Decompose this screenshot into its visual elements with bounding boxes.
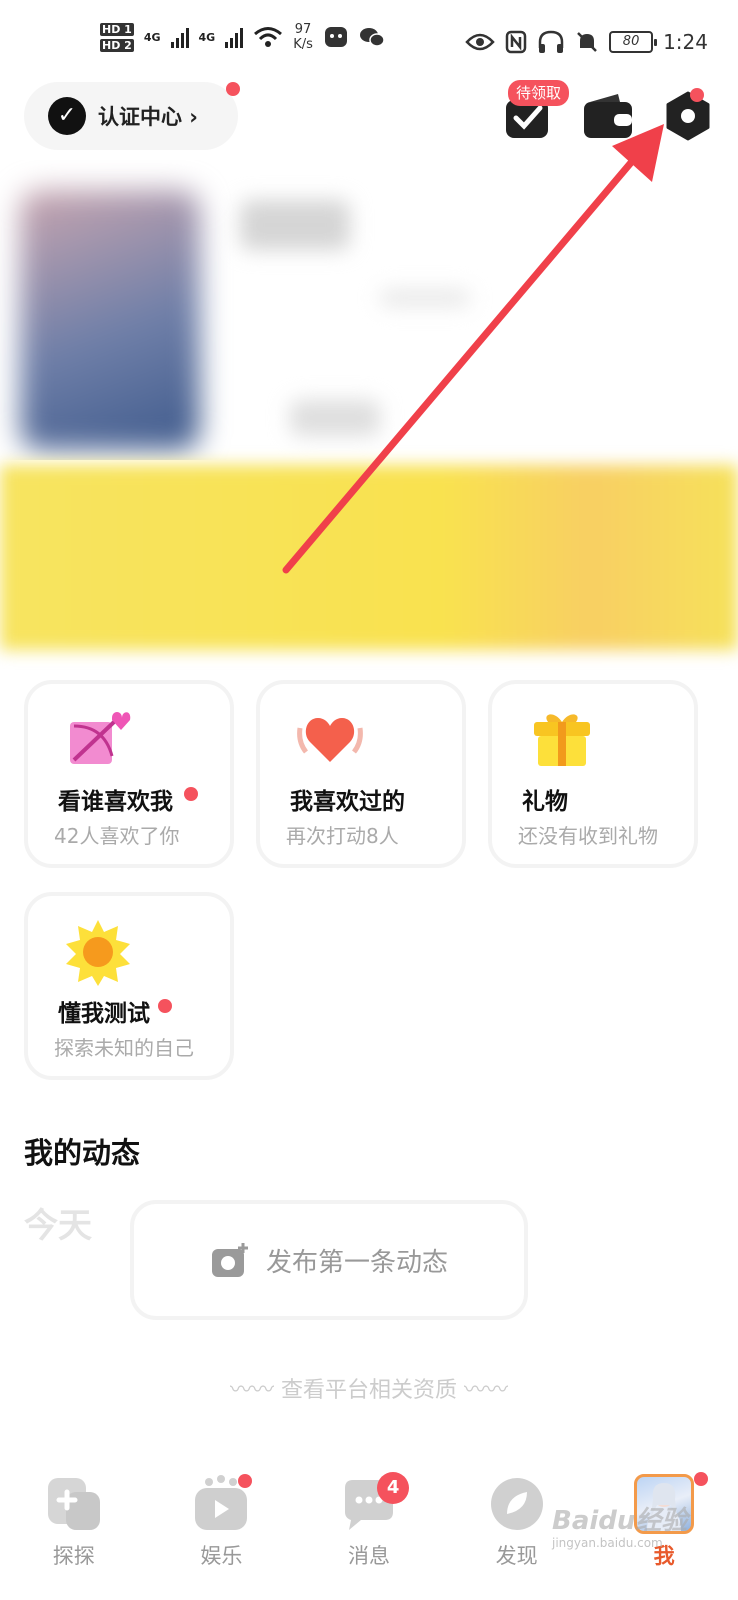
settings-hexagon-icon bbox=[666, 91, 710, 141]
net-speed-unit: K/s bbox=[293, 37, 313, 52]
mute-bell-icon bbox=[577, 32, 597, 52]
nfc-icon bbox=[505, 30, 527, 54]
sim-indicators: HD 1 HD 2 bbox=[100, 22, 134, 52]
net-speed-value: 97 bbox=[294, 22, 312, 37]
wallet-button[interactable] bbox=[582, 90, 634, 142]
feature-subtitle: 42人喜欢了你 bbox=[54, 824, 180, 848]
heart-icon bbox=[297, 718, 363, 762]
auth-center-button[interactable]: ✓ 认证中心 › bbox=[24, 82, 238, 150]
profile-stat-blur bbox=[290, 400, 380, 436]
feature-card-know-me-test[interactable]: 懂我测试 探索未知的自己 bbox=[24, 892, 234, 1080]
feature-title: 我喜欢过的 bbox=[290, 788, 405, 815]
sim2-label: HD 2 bbox=[100, 38, 134, 52]
feature-card-gifts[interactable]: 礼物 还没有收到礼物 bbox=[488, 680, 698, 868]
pending-badge: 待领取 bbox=[508, 80, 570, 106]
auth-center-dot bbox=[226, 82, 240, 96]
feature-title: 礼物 bbox=[522, 788, 568, 815]
feature-new-dot bbox=[184, 787, 198, 801]
wifi-icon bbox=[254, 27, 283, 47]
feature-subtitle: 还没有收到礼物 bbox=[518, 824, 658, 848]
settings-button[interactable] bbox=[662, 90, 714, 142]
signal-icon bbox=[170, 26, 189, 48]
verified-badge-icon: ✓ bbox=[48, 97, 86, 135]
settings-dot bbox=[690, 88, 704, 102]
wechat-icon bbox=[359, 28, 385, 47]
feature-title: 看谁喜欢我 bbox=[58, 788, 173, 815]
status-bar: HD 1 HD 2 4G 4G 97 K/s 80 1:24 bbox=[0, 0, 738, 80]
nav-label: 娱乐 bbox=[200, 1544, 243, 1568]
headphones-icon bbox=[538, 30, 564, 53]
gift-icon bbox=[534, 714, 590, 766]
feature-new-dot bbox=[158, 999, 172, 1013]
eye-icon bbox=[465, 33, 495, 51]
nav-label: 消息 bbox=[347, 1544, 390, 1568]
feature-title: 懂我测试 bbox=[58, 1000, 150, 1027]
nav-new-dot bbox=[694, 1472, 709, 1486]
vip-banner[interactable] bbox=[0, 465, 738, 650]
cards-plus-icon bbox=[47, 1478, 100, 1530]
wallet-icon bbox=[584, 94, 632, 138]
sun-icon bbox=[66, 920, 130, 986]
feature-card-i-liked[interactable]: 我喜欢过的 再次打动8人 bbox=[256, 680, 466, 868]
profile-name-blur bbox=[240, 200, 350, 250]
feature-subtitle: 探索未知的自己 bbox=[54, 1036, 194, 1060]
nav-tab-messages[interactable]: 4 消息 bbox=[295, 1460, 443, 1600]
sim1-label: HD 1 bbox=[100, 22, 134, 36]
platform-qualification-link[interactable]: 〰〰 查看平台相关资质 〰〰 bbox=[0, 1372, 738, 1404]
network-type-2: 4G bbox=[198, 30, 216, 44]
net-speed: 97 K/s bbox=[293, 22, 313, 52]
compass-leaf-icon bbox=[490, 1478, 543, 1530]
profile-photo bbox=[20, 190, 200, 450]
status-bar-right: 80 1:24 bbox=[465, 30, 708, 54]
moments-section-title: 我的动态 bbox=[24, 1136, 141, 1170]
profile-card-blurred[interactable] bbox=[0, 160, 738, 460]
nav-tab-tantan[interactable]: 探探 bbox=[0, 1460, 148, 1600]
auth-center-label: 认证中心 › bbox=[98, 105, 198, 129]
status-bar-left: HD 1 HD 2 4G 4G 97 K/s bbox=[100, 22, 385, 52]
watermark-brand: Baidu经验 bbox=[552, 1506, 688, 1536]
nav-tab-entertainment[interactable]: 娱乐 bbox=[148, 1460, 296, 1600]
messages-count-badge: 4 bbox=[377, 1472, 410, 1504]
watermark-url: jingyan.baidu.com bbox=[552, 1536, 663, 1550]
feature-card-likes-me[interactable]: 看谁喜欢我 42人喜欢了你 bbox=[24, 680, 234, 868]
signal-icon bbox=[225, 26, 244, 48]
today-label: 今天 bbox=[24, 1206, 92, 1246]
camera-plus-icon bbox=[211, 1243, 248, 1277]
nav-new-dot bbox=[237, 1474, 252, 1488]
battery-indicator: 80 bbox=[609, 31, 658, 53]
network-type-1: 4G bbox=[143, 30, 161, 44]
post-first-label: 发布第一条动态 bbox=[265, 1247, 448, 1278]
cupid-bow-icon bbox=[70, 712, 131, 764]
app-notification-icon bbox=[324, 27, 347, 47]
profile-info-blur bbox=[380, 290, 470, 306]
clock: 1:24 bbox=[663, 30, 708, 54]
feature-subtitle: 再次打动8人 bbox=[286, 824, 399, 848]
nav-label: 探探 bbox=[52, 1544, 95, 1568]
post-first-moment-button[interactable]: 发布第一条动态 bbox=[130, 1200, 528, 1320]
